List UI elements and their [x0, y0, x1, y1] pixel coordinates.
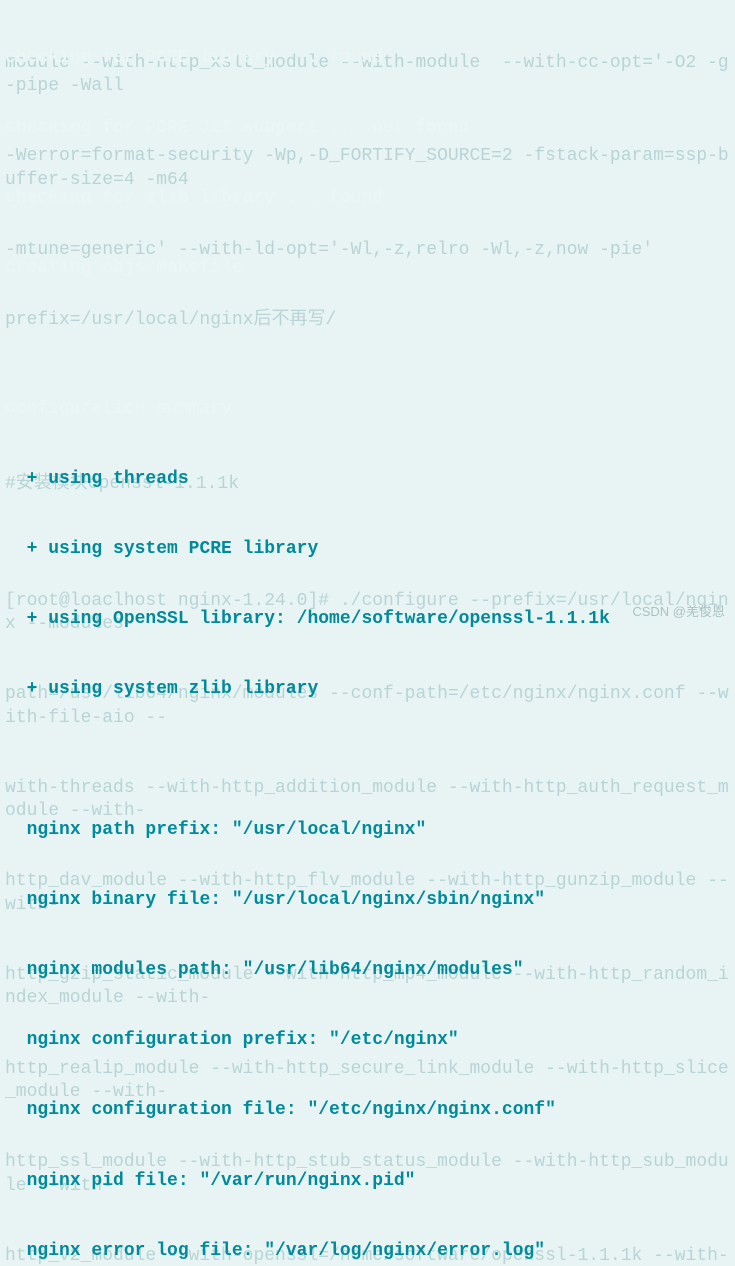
config-path-line: nginx binary file: "/usr/local/nginx/sbi… [5, 889, 730, 912]
terminal-foreground-output[interactable]: checking for PCRE library ... found chec… [0, 0, 735, 633]
summary-plus-line: + using system zlib library [5, 678, 730, 701]
config-path-line: nginx configuration file: "/etc/nginx/ng… [5, 1099, 730, 1122]
summary-plus-line: + using OpenSSL library: /home/software/… [5, 608, 730, 631]
check-line: checking for PCRE JIT support ... not fo… [5, 117, 730, 140]
blank-line [5, 327, 730, 350]
summary-plus-line: + using system PCRE library [5, 538, 730, 561]
summary-header: Configuration summary [5, 398, 730, 421]
check-line: creating objs/Makefile [5, 257, 730, 280]
bg-line: with-threads --with-http_addition_module… [5, 777, 730, 824]
csdn-watermark: CSDN @羌俊恩 [632, 604, 725, 621]
check-line: checking for zlib library ... found [5, 187, 730, 210]
config-path-line: nginx configuration prefix: "/etc/nginx" [5, 1029, 730, 1052]
summary-plus-line: + using threads [5, 468, 730, 491]
config-path-line: nginx modules path: "/usr/lib64/nginx/mo… [5, 959, 730, 982]
check-line: checking for PCRE library ... found [5, 47, 730, 70]
bg-line: http_realip_module --with-http_secure_li… [5, 1058, 730, 1105]
config-path-line: nginx path prefix: "/usr/local/nginx" [5, 819, 730, 842]
config-path-line: nginx pid file: "/var/run/nginx.pid" [5, 1170, 730, 1193]
config-path-line: nginx error log file: "/var/log/nginx/er… [5, 1240, 730, 1263]
blank-line [5, 749, 730, 772]
